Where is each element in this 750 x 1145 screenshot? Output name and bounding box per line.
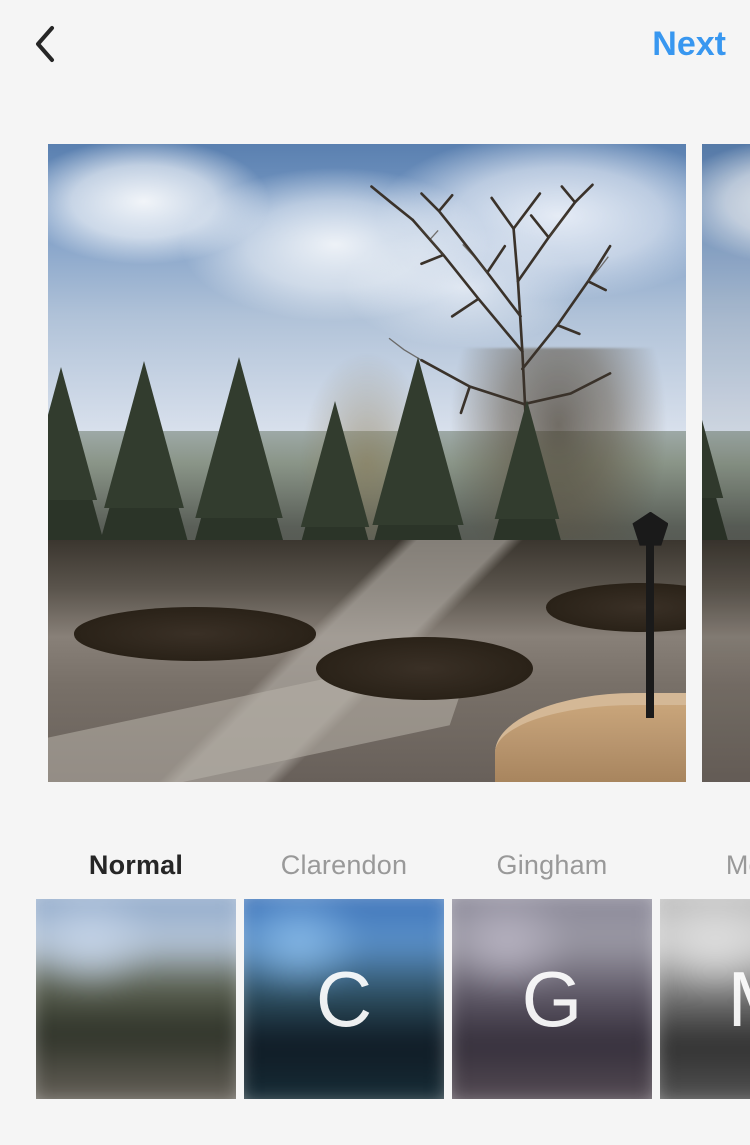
filter-label: Normal xyxy=(89,850,183,881)
filter-thumbnail: M xyxy=(660,899,750,1099)
back-button[interactable] xyxy=(24,24,64,64)
preview-photo-next[interactable] xyxy=(702,144,750,782)
filter-strip[interactable]: Normal Clarendon C Gingham G Moon M xyxy=(0,850,750,1099)
next-button[interactable]: Next xyxy=(652,25,726,64)
lamp-post-graphic xyxy=(640,540,660,719)
filter-option-moon[interactable]: Moon M xyxy=(660,850,750,1099)
filter-option-clarendon[interactable]: Clarendon C xyxy=(244,850,444,1099)
filter-option-normal[interactable]: Normal xyxy=(36,850,236,1099)
filter-label: Clarendon xyxy=(281,850,407,881)
filter-label: Gingham xyxy=(497,850,608,881)
header-bar: Next xyxy=(0,0,750,88)
filter-thumbnail: C xyxy=(244,899,444,1099)
filter-letter: G xyxy=(522,954,583,1045)
chevron-left-icon xyxy=(32,24,56,64)
preview-carousel[interactable] xyxy=(0,88,750,782)
filter-label: Moon xyxy=(726,850,750,881)
filter-option-gingham[interactable]: Gingham G xyxy=(452,850,652,1099)
photo-content xyxy=(48,144,686,782)
filter-thumbnail xyxy=(36,899,236,1099)
filter-letter: M xyxy=(728,954,750,1045)
preview-photo[interactable] xyxy=(48,144,686,782)
filter-thumbnail: G xyxy=(452,899,652,1099)
filter-letter: C xyxy=(316,954,372,1045)
